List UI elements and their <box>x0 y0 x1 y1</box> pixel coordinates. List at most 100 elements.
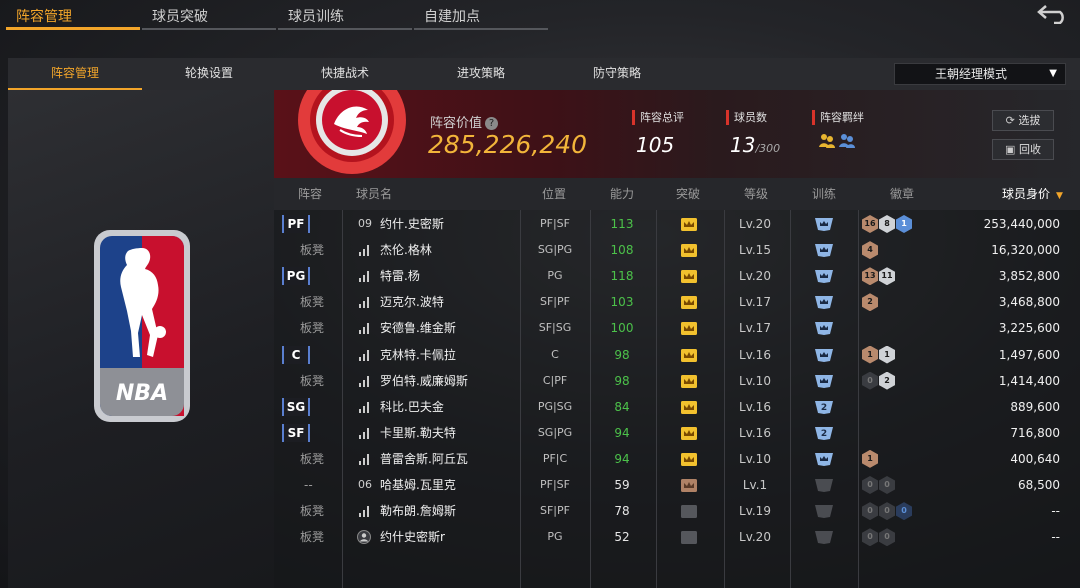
medal-hex-icon: 1 <box>896 215 912 233</box>
help-icon[interactable]: ? <box>485 117 499 130</box>
training-badge-icon[interactable] <box>812 216 836 232</box>
training-badge-icon[interactable] <box>812 451 836 467</box>
table-row[interactable]: PF 09 约什.史密斯 PF|SF 113 Lv.20 16 8 1 253,440,000 <box>274 211 1080 237</box>
col-breakthrough[interactable]: 突破 <box>676 178 700 210</box>
badge-medals[interactable]: 02 <box>862 371 895 390</box>
player-position: PF|C <box>542 451 568 465</box>
chemistry-icons[interactable] <box>818 131 864 149</box>
player-name[interactable]: 卡里斯.勒夫特 <box>380 420 456 446</box>
breakthrough-crown-icon[interactable] <box>680 348 698 363</box>
col-ability[interactable]: 能力 <box>610 178 634 210</box>
badge-medals[interactable]: 00 <box>862 476 895 494</box>
training-badge-icon[interactable] <box>812 294 836 310</box>
table-row[interactable]: -- 06 哈基姆.瓦里克 PF|SF 59 Lv.1 0 0 68,500 <box>274 472 1080 498</box>
player-name[interactable]: 哈基姆.瓦里克 <box>380 472 456 498</box>
table-row[interactable]: 板凳 勒布朗.詹姆斯 SF|PF 78 Lv.19 0 0 0 -- <box>274 498 1080 524</box>
subtab-quick-tactics[interactable]: 快捷战术 <box>278 58 412 90</box>
breakthrough-crown-icon[interactable] <box>680 217 698 232</box>
player-level: Lv.10 <box>739 451 771 466</box>
col-level[interactable]: 等级 <box>744 178 768 210</box>
training-badge-icon[interactable] <box>812 347 836 363</box>
subtab-defense[interactable]: 防守策略 <box>550 58 684 90</box>
training-badge-icon[interactable] <box>812 373 836 389</box>
player-name[interactable]: 勒布朗.詹姆斯 <box>380 498 456 524</box>
player-name[interactable]: 特雷.杨 <box>380 263 420 289</box>
recycle-button[interactable]: ▣ 回收 <box>992 139 1054 160</box>
player-name[interactable]: 杰伦.格林 <box>380 237 432 263</box>
table-row[interactable]: 板凳 安德鲁.维金斯 SF|SG 100 Lv.17 3,225,600 <box>274 315 1080 341</box>
player-name[interactable]: 罗伯特.威廉姆斯 <box>380 368 468 394</box>
breakthrough-crown-icon[interactable] <box>680 504 698 519</box>
bond-blue-icon <box>839 134 855 148</box>
tab-player-breakthrough[interactable]: 球员突破 <box>142 0 276 30</box>
player-level: Lv.17 <box>739 321 771 336</box>
player-name[interactable]: 约什.史密斯 <box>380 211 444 237</box>
table-row[interactable]: 板凳 罗伯特.威廉姆斯 C|PF 98 Lv.10 0 2 1,414,400 <box>274 368 1080 394</box>
training-badge-icon[interactable] <box>812 503 836 519</box>
breakthrough-crown-icon[interactable] <box>680 452 698 467</box>
mode-dropdown[interactable]: 王朝经理模式 ▼ <box>894 63 1066 85</box>
table-row[interactable]: PG 特雷.杨 PG 118 Lv.20 13 11 3,852,800 <box>274 263 1080 289</box>
breakthrough-crown-icon[interactable] <box>680 243 698 258</box>
breakthrough-crown-icon[interactable] <box>680 321 698 336</box>
lineup-value-text: 阵容价值 <box>430 116 483 131</box>
tab-lineup-management[interactable]: 阵容管理 <box>6 0 140 30</box>
table-row[interactable]: 板凳 迈克尔.波特 SF|PF 103 Lv.17 2 3,468,800 <box>274 289 1080 315</box>
table-row[interactable]: C 克林特.卡佩拉 C 98 Lv.16 1 1 1,497,600 <box>274 342 1080 368</box>
badge-medals[interactable]: 13 11 <box>862 267 895 286</box>
training-badge-icon[interactable] <box>812 529 836 545</box>
breakthrough-crown-icon[interactable] <box>680 426 698 441</box>
tab-player-training[interactable]: 球员训练 <box>278 0 412 30</box>
player-position: C <box>551 347 559 361</box>
breakthrough-crown-icon[interactable] <box>680 530 698 545</box>
col-price[interactable]: 球员身价 ▼ <box>1002 178 1063 212</box>
table-row[interactable]: 板凳 普雷舍斯.阿丘瓦 PF|C 94 Lv.10 1 400,640 <box>274 446 1080 472</box>
badge-medals[interactable]: 000 <box>862 502 912 521</box>
back-arrow-icon[interactable] <box>1036 2 1072 24</box>
badge-medals[interactable]: 2 <box>862 293 878 312</box>
player-price: 3,225,600 <box>998 321 1060 336</box>
table-row[interactable]: SG 科比.巴夫金 PG|SG 84 Lv.16 2 889,600 <box>274 394 1080 420</box>
subtab-lineup[interactable]: 阵容管理 <box>8 58 142 90</box>
table-row[interactable]: 板凳 杰伦.格林 SG|PG 108 Lv.15 4 16,320,000 <box>274 237 1080 263</box>
badge-medals[interactable]: 11 <box>862 345 895 364</box>
breakthrough-crown-icon[interactable] <box>680 269 698 284</box>
medal-hex-icon: 0 <box>879 502 895 521</box>
select-button[interactable]: ⟳ 选拔 <box>992 110 1054 131</box>
player-name[interactable]: 克林特.卡佩拉 <box>380 342 456 368</box>
col-name[interactable]: 球员名 <box>356 178 392 210</box>
training-badge-icon[interactable] <box>812 477 836 493</box>
player-name[interactable]: 科比.巴夫金 <box>380 394 444 420</box>
table-row[interactable]: SF 卡里斯.勒夫特 SG|PG 94 Lv.16 2 716,800 <box>274 420 1080 446</box>
player-name[interactable]: 安德鲁.维金斯 <box>380 315 456 341</box>
breakthrough-crown-icon[interactable] <box>680 374 698 389</box>
badge-medals[interactable]: 00 <box>862 528 895 547</box>
signal-bars-icon <box>359 453 369 465</box>
svg-text:NBA: NBA <box>116 381 168 406</box>
player-name[interactable]: 普雷舍斯.阿丘瓦 <box>380 446 468 472</box>
player-name[interactable]: 迈克尔.波特 <box>380 289 444 315</box>
col-badges[interactable]: 徽章 <box>890 178 914 210</box>
breakthrough-crown-icon[interactable] <box>680 400 698 415</box>
player-price: 400,640 <box>1010 451 1060 466</box>
table-row[interactable]: 板凳 约什史密斯r PG 52 Lv.20 0 0 -- <box>274 524 1080 550</box>
left-panel: NBA <box>8 90 274 588</box>
breakthrough-crown-icon[interactable] <box>680 295 698 310</box>
col-training[interactable]: 训练 <box>812 178 836 210</box>
col-position[interactable]: 位置 <box>542 178 566 210</box>
player-name[interactable]: 约什史密斯r <box>380 524 445 550</box>
training-badge-icon[interactable]: 2 <box>812 425 836 441</box>
training-badge-icon[interactable] <box>812 242 836 258</box>
training-badge-icon[interactable] <box>812 320 836 336</box>
col-slot[interactable]: 阵容 <box>298 178 322 210</box>
training-badge-icon[interactable] <box>812 268 836 284</box>
training-badge-icon[interactable]: 2 <box>812 399 836 415</box>
breakthrough-crown-icon[interactable] <box>680 478 698 493</box>
badge-medals[interactable]: 1 <box>862 449 878 468</box>
tab-custom-points[interactable]: 自建加点 <box>414 0 548 30</box>
badge-medals[interactable]: 4 <box>862 241 878 260</box>
subtab-rotation[interactable]: 轮换设置 <box>142 58 276 90</box>
subtab-offense[interactable]: 进攻策略 <box>414 58 548 90</box>
badge-medals[interactable]: 16 8 1 <box>862 215 912 233</box>
player-ability: 94 <box>614 451 630 466</box>
